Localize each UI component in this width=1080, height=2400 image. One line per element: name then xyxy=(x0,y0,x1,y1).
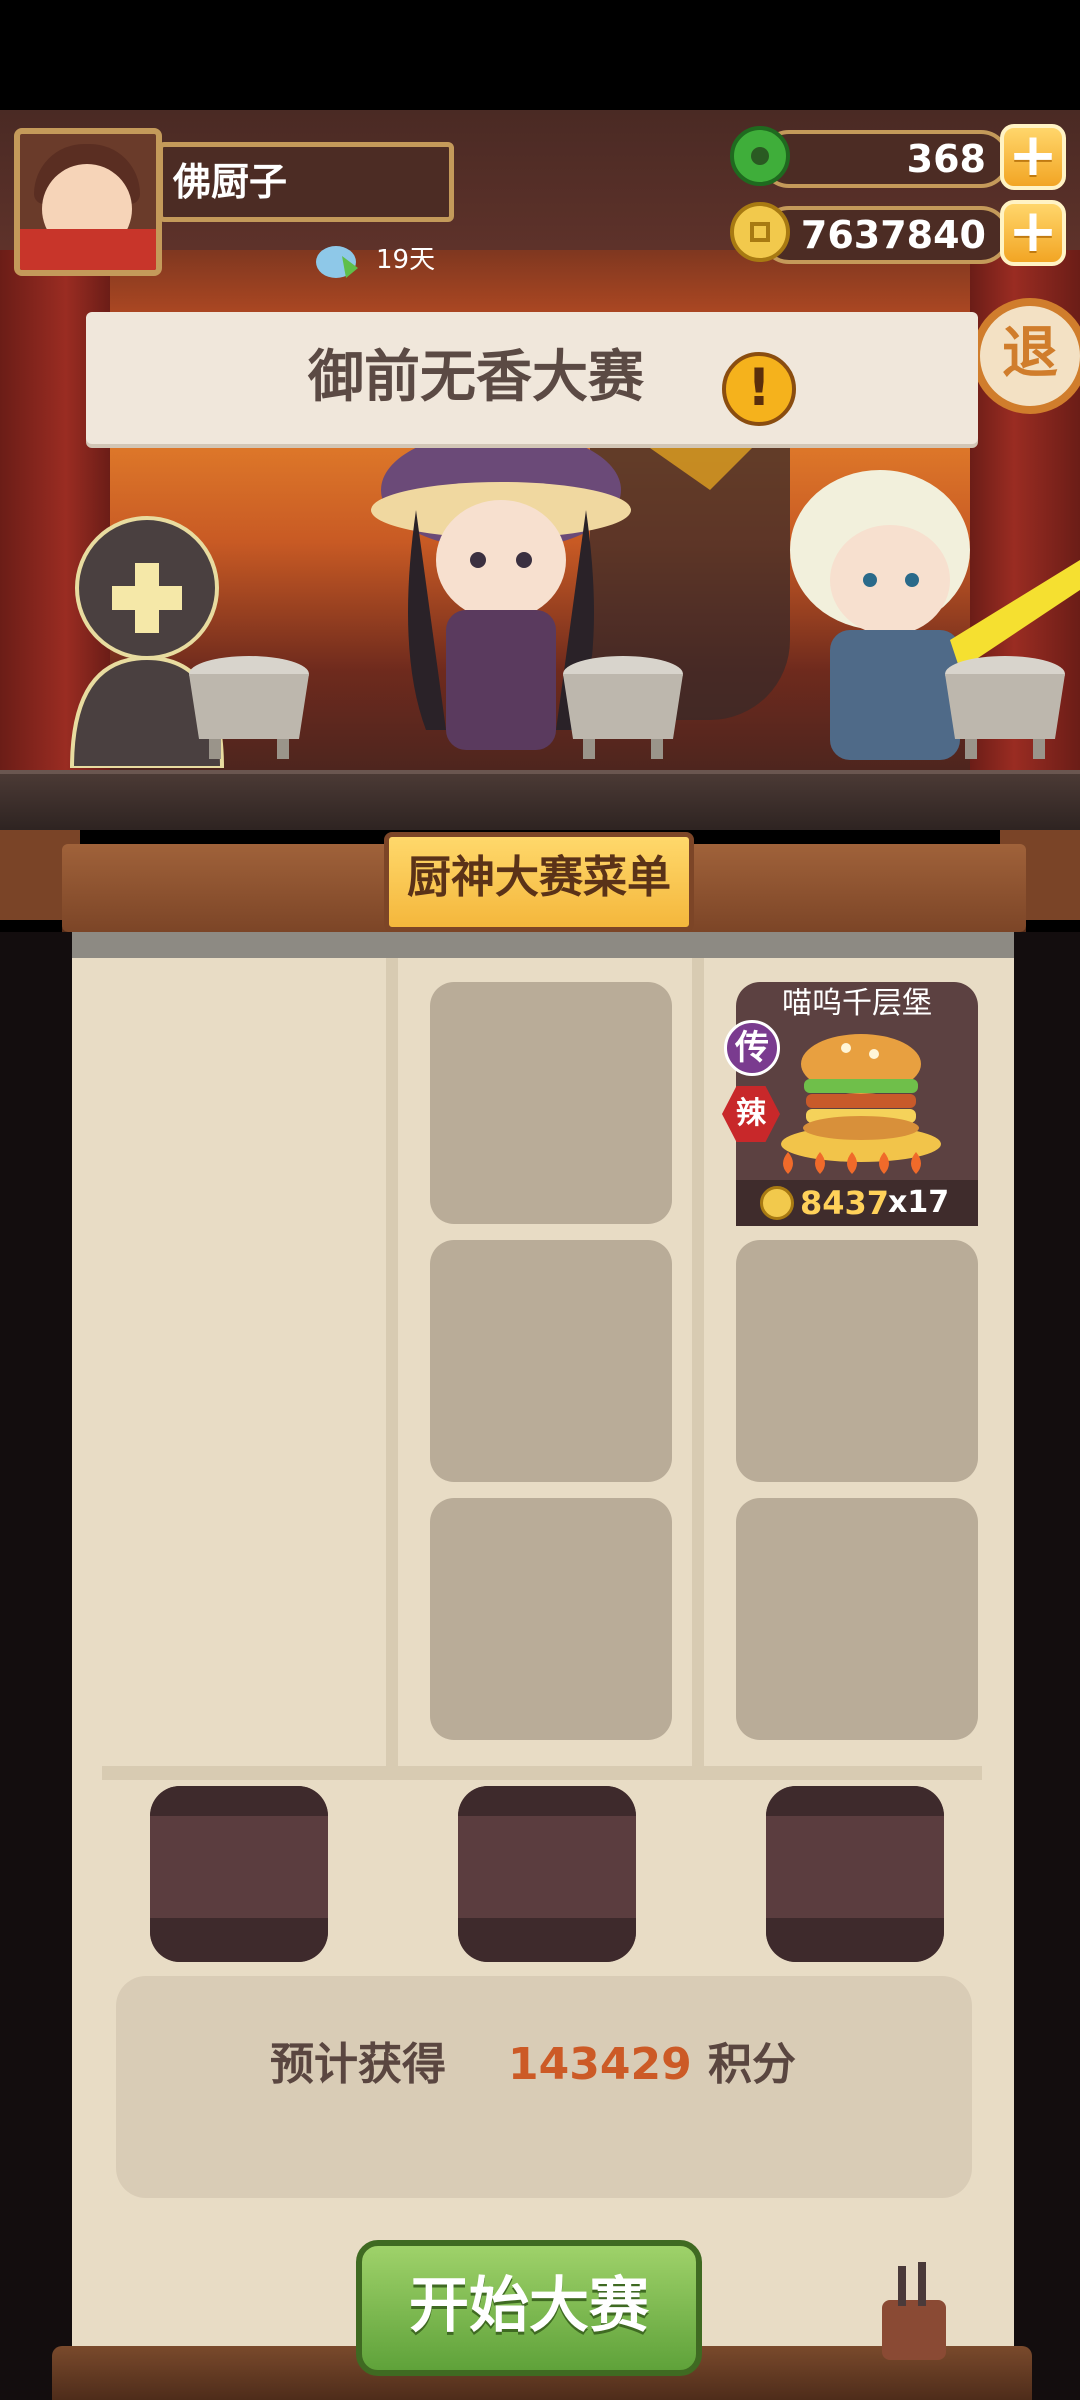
rarity-badge: 传 xyxy=(724,1020,780,1076)
hourglass-icon xyxy=(316,246,358,278)
stage-floor xyxy=(0,770,1080,830)
burger-icon xyxy=(781,1034,941,1162)
dish-slot[interactable] xyxy=(736,1240,978,1482)
dish-slot[interactable] xyxy=(736,1498,978,1740)
row-divider xyxy=(102,1766,982,1780)
column-divider-2 xyxy=(692,958,704,1768)
alert-icon[interactable]: ! xyxy=(722,352,796,426)
seasoning-slot[interactable] xyxy=(458,1786,636,1962)
dish-quantity: x17 xyxy=(888,1185,950,1220)
status-bar xyxy=(0,0,1080,110)
spice-level-flames-icon xyxy=(783,1152,921,1174)
estimate-label: 预计获得 xyxy=(270,2039,446,2090)
cooking-pot-1 xyxy=(189,656,309,759)
seasoning-slot[interactable] xyxy=(766,1786,944,1962)
dish-price: 8437 xyxy=(800,1184,890,1222)
menu-title: 厨神大赛菜单 xyxy=(407,852,671,903)
utensil-holder-icon xyxy=(882,2262,946,2360)
exit-button[interactable]: 退 xyxy=(972,298,1080,414)
gold-coin-icon xyxy=(730,202,790,262)
column-divider-1 xyxy=(386,958,398,1768)
panel-top-strip xyxy=(72,932,1014,958)
gold-count: 7637840 xyxy=(760,206,1010,264)
jade-icon xyxy=(730,126,790,186)
cooking-pot-3 xyxy=(945,656,1065,759)
seasoning-slot[interactable] xyxy=(150,1786,328,1962)
cooking-pot-2 xyxy=(563,656,683,759)
dish-name: 喵呜千层堡 xyxy=(782,986,932,1021)
start-contest-button[interactable]: 开始大赛 xyxy=(356,2240,702,2376)
coin-icon xyxy=(760,1186,794,1220)
add-jade-button[interactable]: + xyxy=(1000,124,1066,190)
add-gold-button[interactable]: + xyxy=(1000,200,1066,266)
estimate-unit: 积分 xyxy=(708,2039,796,2090)
player-name: 佛厨子 xyxy=(158,142,454,222)
jade-count: 368 xyxy=(760,130,1010,188)
player-avatar[interactable] xyxy=(14,128,162,276)
dish-slot[interactable] xyxy=(430,1240,672,1482)
estimate-value: 143429 xyxy=(508,2039,692,2090)
dish-slot[interactable] xyxy=(430,982,672,1224)
dish-slot[interactable] xyxy=(430,1498,672,1740)
days-remaining: 19天 xyxy=(376,245,436,275)
